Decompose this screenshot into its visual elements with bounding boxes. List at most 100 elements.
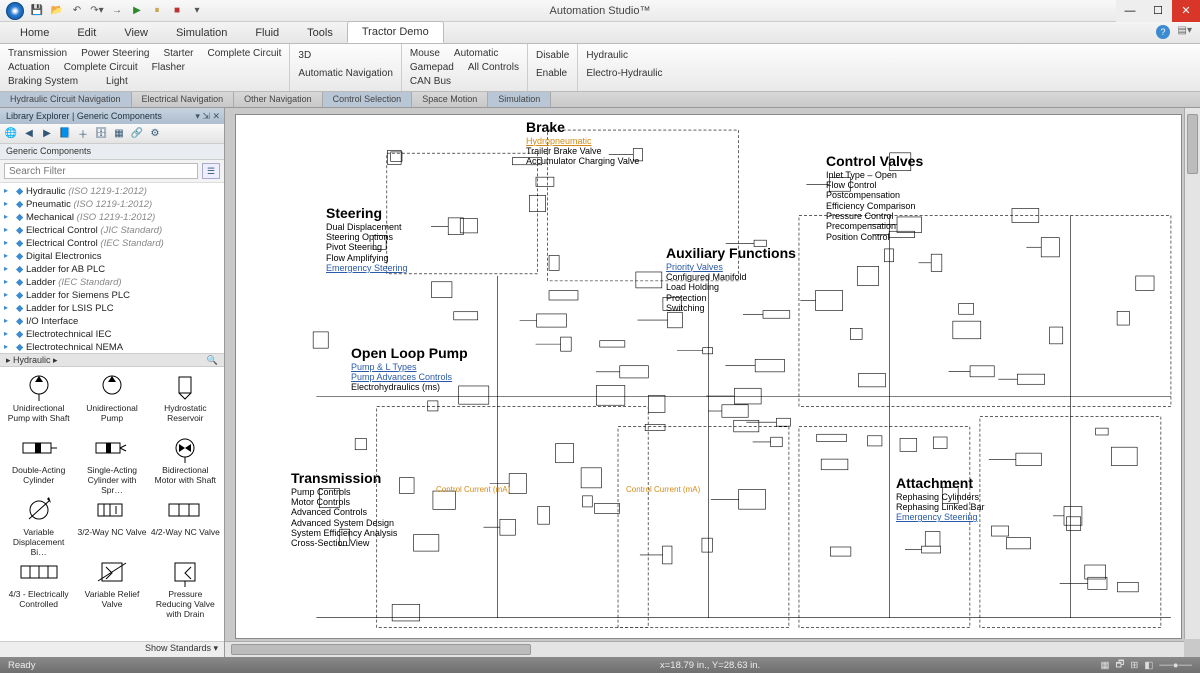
vscroll-thumb[interactable] <box>1187 114 1198 174</box>
rb-enable[interactable]: Enable <box>536 68 567 79</box>
tab-fluid[interactable]: Fluid <box>241 23 293 43</box>
rb-hydraulic[interactable]: Hydraulic <box>586 50 628 61</box>
lib-tool-globe-icon[interactable]: 🌐 <box>4 127 18 141</box>
window-close-button[interactable]: ✕ <box>1172 0 1200 22</box>
tree-node[interactable]: ◆ Ladder (IEC Standard) <box>0 276 224 289</box>
library-tab[interactable]: Generic Components <box>0 144 224 160</box>
rb-all-controls[interactable]: All Controls <box>468 62 519 73</box>
qat-stop-icon[interactable]: ■ <box>170 4 184 18</box>
link-emergency-steering-1[interactable]: Emergency Steering <box>326 263 408 273</box>
rb-disable[interactable]: Disable <box>536 50 569 61</box>
qat-redo-icon[interactable]: ↷▾ <box>90 4 104 18</box>
rb-power-steering[interactable]: Power Steering <box>81 48 149 59</box>
palette-item[interactable]: 4/2-Way NC Valve <box>149 493 222 555</box>
subnav-control-selection[interactable]: Control Selection <box>323 92 413 107</box>
show-standards-button[interactable]: Show Standards ▾ <box>0 641 224 657</box>
category-breadcrumb[interactable]: ▸ Hydraulic ▸🔍 <box>0 353 224 367</box>
palette-item[interactable]: Unidirectional Pump <box>75 369 148 431</box>
rb-actuation[interactable]: Actuation <box>8 62 50 73</box>
link-pump-types[interactable]: Pump & L Types <box>351 362 468 372</box>
help-icon[interactable]: ? <box>1156 25 1170 39</box>
tree-node[interactable]: ◆ Ladder for Siemens PLC <box>0 289 224 302</box>
rb-complete-circuit-1[interactable]: Complete Circuit <box>207 48 281 59</box>
rb-auto-nav[interactable]: Automatic Navigation <box>298 68 393 79</box>
qat-forward-icon[interactable]: → <box>110 4 124 18</box>
ribbon-menu-icon[interactable]: ▤▾ <box>1178 25 1192 36</box>
status-icon-1[interactable]: ▦ <box>1100 660 1109 671</box>
status-icon-2[interactable]: 🗗 <box>1115 657 1124 673</box>
tree-node[interactable]: ◆ Electrotechnical NEMA <box>0 341 224 353</box>
palette-item[interactable]: Single-Acting Cylinder with Spr… <box>75 431 148 493</box>
tab-view[interactable]: View <box>110 23 162 43</box>
tab-tools[interactable]: Tools <box>293 23 347 43</box>
rb-starter[interactable]: Starter <box>163 48 193 59</box>
qat-save-icon[interactable]: 💾 <box>30 4 44 18</box>
subnav-space-motion[interactable]: Space Motion <box>412 92 488 107</box>
status-icon-3[interactable]: ⊞ <box>1130 660 1138 671</box>
tree-node[interactable]: ◆ Ladder for AB PLC <box>0 263 224 276</box>
component-palette[interactable]: Unidirectional Pump with ShaftUnidirecti… <box>0 367 224 641</box>
palette-item[interactable]: Variable Relief Valve <box>75 555 148 617</box>
lib-tool-add-icon[interactable]: ＋ <box>76 127 90 141</box>
palette-item[interactable]: 4/3 - Electrically Controlled <box>2 555 75 617</box>
lib-tool-grid-icon[interactable]: ▦ <box>112 127 126 141</box>
palette-item[interactable]: Double-Acting Cylinder <box>2 431 75 493</box>
qat-play-icon[interactable]: ▶ <box>130 4 144 18</box>
rb-can-bus[interactable]: CAN Bus <box>410 76 451 87</box>
status-icon-4[interactable]: ◧ <box>1144 660 1153 671</box>
link-emergency-steering-2[interactable]: Emergency Steering <box>896 512 985 522</box>
tree-node[interactable]: ◆ Ladder for LSIS PLC <box>0 302 224 315</box>
palette-item[interactable]: Unidirectional Pump with Shaft <box>2 369 75 431</box>
palette-item[interactable]: Hydrostatic Reservoir <box>149 369 222 431</box>
horizontal-scrollbar[interactable] <box>225 641 1184 657</box>
rb-mouse[interactable]: Mouse <box>410 48 440 59</box>
tab-edit[interactable]: Edit <box>63 23 110 43</box>
tab-tractor-demo[interactable]: Tractor Demo <box>347 21 444 43</box>
rb-3d[interactable]: 3D <box>298 50 311 61</box>
lib-tool-link-icon[interactable]: 🔗 <box>130 127 144 141</box>
rb-flasher[interactable]: Flasher <box>152 62 185 73</box>
palette-item[interactable]: Variable Displacement Bi… <box>2 493 75 555</box>
link-hydropneumatic[interactable]: Hydropneumatic <box>526 136 639 146</box>
vertical-scrollbar[interactable] <box>1184 108 1200 639</box>
rb-gamepad[interactable]: Gamepad <box>410 62 454 73</box>
lib-tool-fwd-icon[interactable]: ▶ <box>40 127 54 141</box>
tree-node[interactable]: ◆ Hydraulic (ISO 1219-1:2012) <box>0 185 224 198</box>
tree-node[interactable]: ◆ Electrical Control (IEC Standard) <box>0 237 224 250</box>
window-maximize-button[interactable]: ☐ <box>1144 0 1172 22</box>
tab-home[interactable]: Home <box>6 23 63 43</box>
magnify-icon[interactable]: 🔍 <box>207 355 218 366</box>
lib-tool-db-icon[interactable]: 🗄 <box>94 127 108 141</box>
pin-icon[interactable]: ▾ ⇲ ✕ <box>195 111 220 122</box>
status-zoom-slider[interactable]: ──●── <box>1159 660 1192 671</box>
palette-item[interactable]: 3/2-Way NC Valve <box>75 493 148 555</box>
subnav-other[interactable]: Other Navigation <box>234 92 323 107</box>
qat-open-icon[interactable]: 📂 <box>50 4 64 18</box>
tree-node[interactable]: ◆ I/O Interface <box>0 315 224 328</box>
palette-item[interactable]: Bidirectional Motor with Shaft <box>149 431 222 493</box>
diagram-canvas[interactable]: Brake Hydropneumatic Trailer Brake Valve… <box>235 114 1182 639</box>
rb-complete-circuit-2[interactable]: Complete Circuit <box>64 62 138 73</box>
lib-tool-back-icon[interactable]: ◀ <box>22 127 36 141</box>
tree-node[interactable]: ◆ Mechanical (ISO 1219-1:2012) <box>0 211 224 224</box>
search-options-button[interactable]: ☰ <box>202 163 220 179</box>
link-priority-valves[interactable]: Priority Valves <box>666 262 796 272</box>
window-minimize-button[interactable]: — <box>1116 0 1144 22</box>
rb-electro-hydraulic[interactable]: Electro-Hydraulic <box>586 68 662 79</box>
subnav-electrical[interactable]: Electrical Navigation <box>132 92 235 107</box>
tree-node[interactable]: ◆ Pneumatic (ISO 1219-1:2012) <box>0 198 224 211</box>
rb-automatic[interactable]: Automatic <box>454 48 498 59</box>
subnav-simulation[interactable]: Simulation <box>488 92 551 107</box>
qat-pause-icon[interactable]: ⏸ <box>150 4 164 18</box>
link-pump-advances[interactable]: Pump Advances Controls <box>351 372 468 382</box>
qat-undo-icon[interactable]: ↶ <box>70 4 84 18</box>
lib-tool-gear-icon[interactable]: ⚙ <box>148 127 162 141</box>
subnav-hydraulic[interactable]: Hydraulic Circuit Navigation <box>0 92 132 107</box>
tab-simulation[interactable]: Simulation <box>162 23 241 43</box>
lib-tool-book-icon[interactable]: 📘 <box>58 127 72 141</box>
tree-node[interactable]: ◆ Electrotechnical IEC <box>0 328 224 341</box>
rb-light[interactable]: Light <box>106 76 128 87</box>
search-input[interactable] <box>4 163 198 179</box>
qat-more-icon[interactable]: ▾ <box>190 4 204 18</box>
rb-braking-system[interactable]: Braking System <box>8 76 78 87</box>
